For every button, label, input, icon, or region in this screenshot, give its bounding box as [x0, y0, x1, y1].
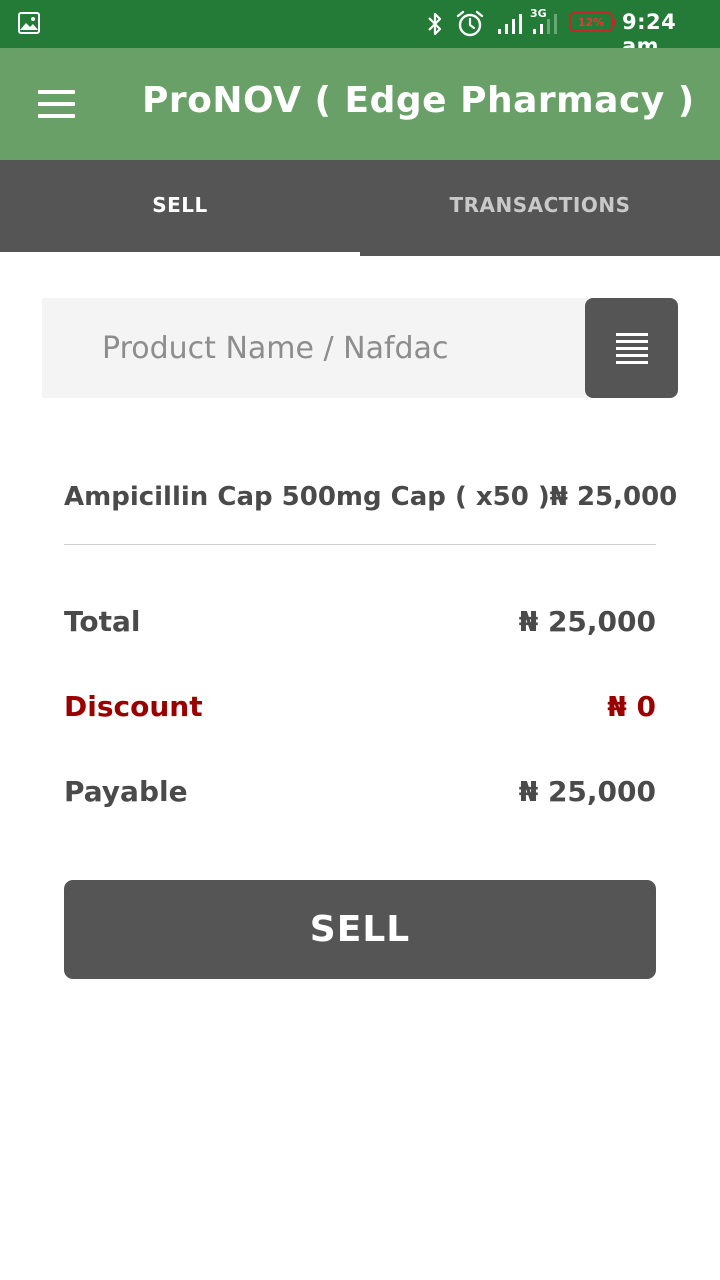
- divider: [64, 544, 656, 545]
- app-bar: ProNOV ( Edge Pharmacy ): [0, 48, 720, 160]
- payable-label: Payable: [64, 774, 188, 808]
- bluetooth-icon: [428, 12, 442, 36]
- payable-row: Payable ₦ 25,000: [64, 766, 656, 816]
- cart-item-name: Ampicillin Cap 500mg Cap ( x50 ): [64, 482, 550, 512]
- discount-row: Discount ₦ 0: [64, 681, 656, 731]
- tab-transactions[interactable]: TRANSACTIONS: [360, 160, 720, 256]
- list-icon[interactable]: [585, 298, 678, 398]
- discount-label: Discount: [64, 689, 203, 723]
- cart-item-price: ₦ 25,000: [549, 482, 678, 512]
- app-title: ProNOV ( Edge Pharmacy ): [142, 80, 695, 121]
- status-bar: 3G 12% 9:24 am: [0, 0, 720, 58]
- signal-icon: [498, 14, 522, 34]
- total-label: Total: [64, 604, 141, 638]
- cart-item-row[interactable]: Ampicillin Cap 500mg Cap ( x50 ) ₦ 25,00…: [64, 470, 677, 524]
- gallery-icon: [18, 12, 40, 34]
- tab-sell-label: SELL: [152, 193, 208, 217]
- product-search-input[interactable]: [42, 298, 588, 398]
- sell-button[interactable]: SELL: [64, 880, 656, 979]
- tab-indicator: [0, 252, 360, 256]
- tab-sell[interactable]: SELL: [0, 160, 360, 256]
- discount-value: ₦ 0: [607, 689, 656, 723]
- tab-bar: SELL TRANSACTIONS: [0, 160, 720, 256]
- battery-indicator: 12%: [569, 12, 616, 32]
- alarm-icon: [456, 10, 484, 37]
- tab-transactions-label: TRANSACTIONS: [449, 193, 631, 217]
- total-row: Total ₦ 25,000: [64, 596, 656, 646]
- total-value: ₦ 25,000: [518, 604, 656, 638]
- payable-value: ₦ 25,000: [518, 774, 656, 808]
- signal-icon: [533, 14, 557, 34]
- menu-icon[interactable]: [24, 76, 88, 132]
